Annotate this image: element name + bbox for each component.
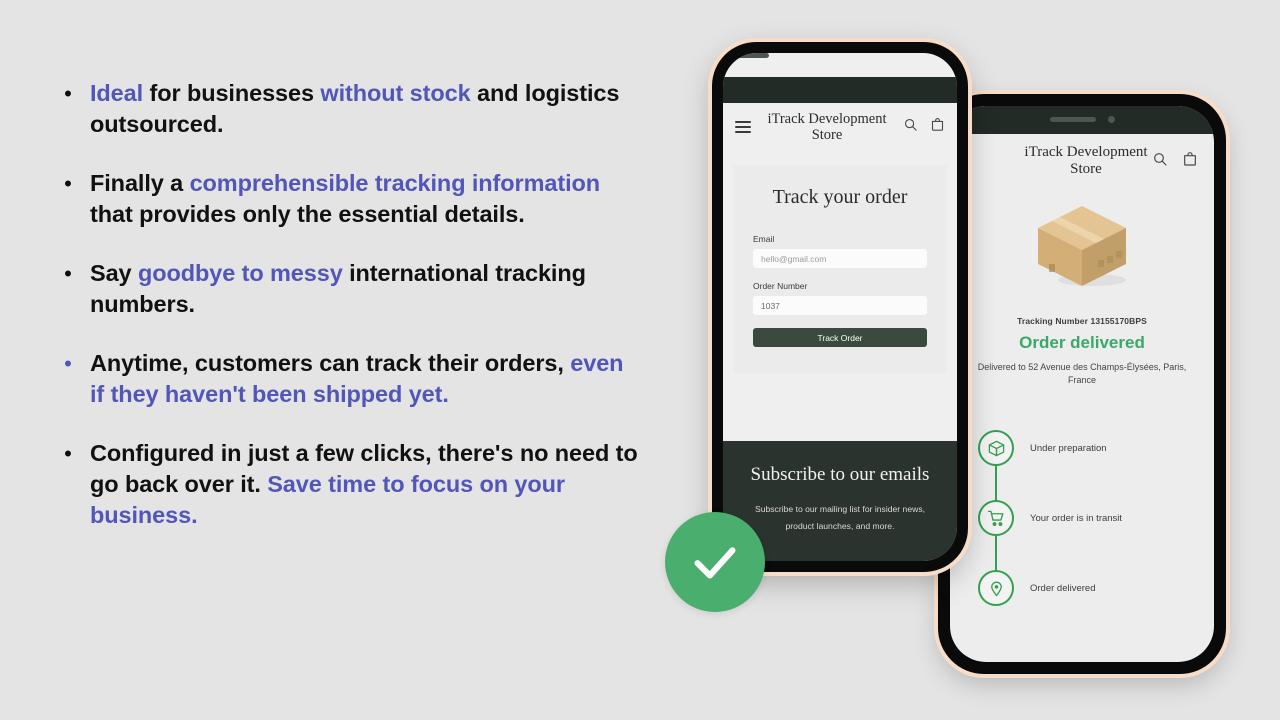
- bullet-marker-icon: •: [64, 351, 72, 376]
- bullet-marker-icon: •: [64, 441, 72, 466]
- location-pin-icon: [978, 570, 1014, 606]
- tracking-number: Tracking Number 13155170BPS: [1017, 316, 1147, 326]
- store-header-front: iTrack Development Store: [723, 103, 957, 149]
- bullet-text: Say goodbye to messy international track…: [78, 258, 638, 320]
- subscribe-title: Subscribe to our emails: [750, 464, 930, 485]
- front-camera-dot: [723, 58, 730, 65]
- shopping-bag-icon[interactable]: [930, 117, 945, 137]
- timeline-step: Your order is in transit: [978, 483, 1214, 553]
- bullet-text-segment: Say: [90, 260, 138, 286]
- bullet-item: • Configured in just a few clicks, there'…: [58, 438, 638, 531]
- bullet-marker-icon: •: [64, 81, 72, 106]
- phone-back-screen: iTrack Development Store Tracking Number…: [950, 106, 1214, 662]
- bullet-item: • Say goodbye to messy international trac…: [58, 258, 638, 320]
- delivery-address: Delivered to 52 Avenue des Champs-Élysée…: [977, 362, 1187, 385]
- phone-notch: [723, 53, 873, 77]
- bullet-item: • Finally a comprehensible tracking infor…: [58, 168, 638, 230]
- earpiece-speaker: [723, 53, 769, 58]
- bullet-text: Finally a comprehensible tracking inform…: [78, 168, 638, 230]
- slide-canvas: • Ideal for businesses without stock and …: [0, 0, 1280, 720]
- phone-mockup-track-form: iTrack Development Store Track your orde…: [712, 42, 968, 572]
- timeline-step: Under preparation: [978, 413, 1214, 483]
- bullet-text-segment: Anytime, customers can track their order…: [90, 350, 571, 376]
- bullet-text-segment: without stock: [320, 80, 471, 106]
- hamburger-menu-icon[interactable]: [735, 120, 751, 134]
- bullet-text-segment: comprehensible tracking information: [189, 170, 601, 196]
- timeline-step-label: Order delivered: [1030, 582, 1096, 594]
- bullet-text-segment: goodbye to messy: [137, 260, 343, 286]
- front-camera-dot: [1107, 115, 1115, 123]
- store-brand-name: iTrack Development Store: [767, 111, 887, 143]
- store-header-back: iTrack Development Store: [950, 134, 1214, 186]
- shopping-cart-icon: [978, 500, 1014, 536]
- card-title: Track your order: [772, 186, 908, 208]
- email-input[interactable]: hello@gmail.com: [753, 249, 927, 268]
- phone-mockup-tracking-result: iTrack Development Store Tracking Number…: [938, 94, 1226, 674]
- package-box-icon: [978, 430, 1014, 466]
- earpiece-speaker: [1049, 116, 1096, 122]
- bullet-marker-icon: •: [64, 171, 72, 196]
- bullet-text-segment: for businesses: [143, 80, 321, 106]
- order-timeline: Under preparation Your order is in trans…: [950, 413, 1214, 623]
- bullet-item: • Ideal for businesses without stock and …: [58, 78, 638, 140]
- timeline-step-label: Under preparation: [1030, 442, 1107, 454]
- phone-front-screen: iTrack Development Store Track your orde…: [723, 53, 957, 561]
- timeline-step: Order delivered: [978, 553, 1214, 623]
- cardboard-box-illustration: [950, 200, 1214, 292]
- bullet-text: Configured in just a few clicks, there's…: [78, 438, 638, 531]
- bullet-text-segment: that provides only the essential details…: [90, 201, 525, 227]
- timeline-step-label: Your order is in transit: [1030, 512, 1123, 524]
- check-circle-icon: [665, 512, 765, 612]
- subscribe-copy: Subscribe to our mailing list for inside…: [754, 504, 926, 531]
- bullet-text-segment: Finally a: [90, 170, 190, 196]
- order-number-field-label: Order Number: [753, 281, 808, 291]
- bullet-text-segment: Ideal: [90, 80, 144, 106]
- track-order-card: Track your order Email hello@gmail.com O…: [733, 165, 947, 373]
- search-icon[interactable]: [1152, 151, 1168, 172]
- store-brand-name: iTrack Development Store: [1024, 144, 1148, 177]
- benefits-bullet-list: • Ideal for businesses without stock and …: [58, 78, 638, 559]
- order-status-text: Order delivered: [1019, 333, 1145, 352]
- bullet-text: Anytime, customers can track their order…: [78, 348, 638, 410]
- phone-notch: [1002, 106, 1162, 132]
- email-field-label: Email: [753, 234, 775, 244]
- bullet-item: • Anytime, customers can track their orde…: [58, 348, 638, 410]
- bullet-marker-icon: •: [64, 261, 72, 286]
- track-order-button[interactable]: Track Order: [753, 328, 927, 347]
- order-number-input[interactable]: 1037: [753, 296, 927, 315]
- status-bar-fill: [723, 77, 957, 103]
- search-icon[interactable]: [903, 117, 918, 137]
- shopping-bag-icon[interactable]: [1182, 151, 1198, 172]
- bullet-text: Ideal for businesses without stock and l…: [78, 78, 638, 140]
